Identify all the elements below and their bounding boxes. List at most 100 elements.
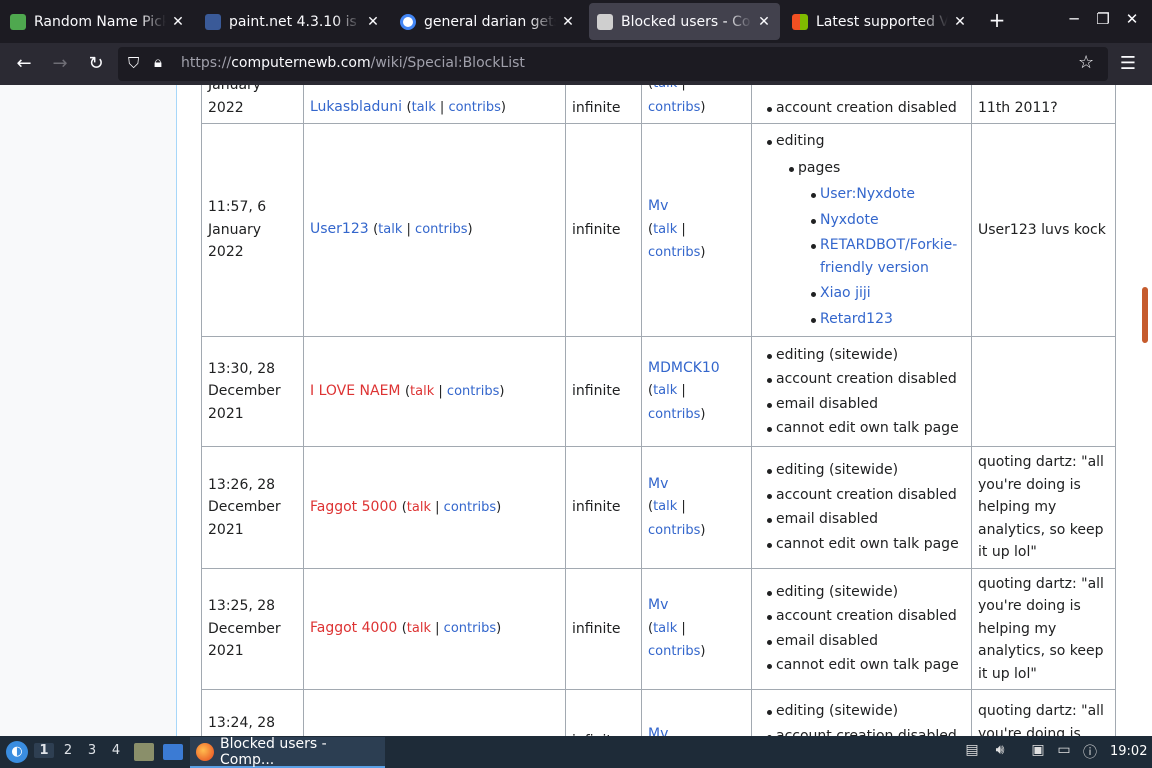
talk-link[interactable]: talk	[653, 499, 677, 514]
admin-link[interactable]: Mv	[648, 597, 668, 613]
talk-link[interactable]: talk	[653, 621, 677, 636]
talk-link[interactable]: talk	[407, 500, 431, 515]
blocked-user-link[interactable]: Lukasbladuni	[310, 99, 402, 115]
taskbar-window-firefox[interactable]: Blocked users - Comp...	[190, 735, 385, 768]
block-parameter: account creation disabled	[767, 605, 965, 628]
google-favicon-icon	[400, 13, 416, 30]
firefox-icon	[196, 742, 214, 761]
tab-paintnet[interactable]: paint.net 4.3.10 is now ✕	[197, 3, 389, 40]
block-timestamp: 13:25, 28 December 2021	[201, 567, 304, 690]
workspace-3[interactable]: 3	[82, 743, 102, 758]
page-scrollbar-thumb[interactable]	[1142, 287, 1148, 343]
blocked-user-link[interactable]: User123	[310, 221, 369, 237]
contribs-link[interactable]: contribs	[648, 407, 700, 422]
block-timestamp: 13:24, 28	[201, 689, 304, 736]
blocking-admin-cell: MDMCK10 (talk | contribs)	[641, 336, 752, 447]
wiki-sidebar	[0, 85, 176, 736]
admin-link[interactable]: Mv	[648, 476, 668, 492]
start-menu-icon[interactable]: ◐	[6, 741, 28, 763]
talk-link[interactable]: talk	[653, 383, 677, 398]
show-desktop-icon[interactable]	[163, 744, 183, 760]
forward-arrow-icon[interactable]: →	[48, 52, 72, 76]
block-parameter-pages: pages User:Nyxdote Nyxdote RETARDBOT/For…	[789, 157, 965, 331]
tab-google-search[interactable]: general darian gets killed ✕	[392, 3, 584, 40]
talk-link[interactable]: talk	[653, 222, 677, 237]
contribs-link[interactable]: contribs	[444, 621, 496, 636]
block-expiry: infinite	[565, 689, 642, 736]
blocked-page-link[interactable]: Nyxdote	[820, 212, 879, 228]
block-parameter: editing (sitewide)	[767, 581, 965, 604]
maximize-button[interactable]: ❐	[1091, 10, 1115, 28]
block-parameter: editing (sitewide)	[767, 459, 965, 482]
talk-link[interactable]: talk	[410, 384, 434, 399]
close-window-button[interactable]: ✕	[1120, 10, 1144, 28]
close-tab-icon[interactable]: ✕	[756, 14, 772, 30]
block-reason	[971, 336, 1116, 447]
block-timestamp: 13:30, 28 December 2021	[201, 336, 304, 447]
contribs-link[interactable]: contribs	[415, 222, 467, 237]
tracking-protection-shield-icon[interactable]: ⛉	[128, 54, 139, 72]
notification-tray-icon[interactable]: ⓘ	[1080, 742, 1100, 762]
network-tray-icon[interactable]: ▣	[1028, 742, 1048, 762]
talk-link[interactable]: talk	[412, 100, 436, 115]
notes-tray-icon[interactable]: ▭	[1054, 742, 1074, 762]
blocked-page-link[interactable]: Retard123	[820, 311, 893, 327]
page-content: January 2022 Lukasbladuni (talk | contri…	[0, 85, 1152, 736]
tab-title: paint.net 4.3.10 is now	[229, 13, 361, 30]
contribs-link[interactable]: contribs	[448, 100, 500, 115]
tab-visual-studio[interactable]: Latest supported Visual ✕	[784, 3, 976, 40]
talk-link[interactable]: talk	[378, 222, 402, 237]
clipboard-tray-icon[interactable]: ▤	[962, 742, 982, 762]
close-tab-icon[interactable]: ✕	[170, 14, 186, 30]
blocked-page-link[interactable]: Xiao jiji	[820, 285, 871, 301]
tab-bar: Random Name Picker ✕ paint.net 4.3.10 is…	[0, 0, 1152, 43]
blocking-admin-cell: Mv (talk | contribs)	[641, 446, 752, 569]
tab-blocked-users[interactable]: Blocked users - ComputerNewb ✕	[589, 3, 780, 40]
taskbar-window-title: Blocked users - Comp...	[220, 735, 327, 768]
workspace-4[interactable]: 4	[106, 743, 126, 758]
contribs-link[interactable]: contribs	[648, 523, 700, 538]
block-reason: User123 luvs kock	[971, 123, 1116, 337]
volume-tray-icon[interactable]: 🔊︎	[990, 742, 1010, 762]
blocked-page-item: Nyxdote	[811, 209, 965, 232]
close-tab-icon[interactable]: ✕	[952, 14, 968, 30]
blocked-user-link[interactable]: Faggot 4000	[310, 620, 397, 636]
file-manager-icon[interactable]	[134, 743, 154, 761]
talk-link[interactable]: talk	[653, 85, 677, 91]
contribs-link[interactable]: contribs	[444, 500, 496, 515]
blocked-user-cell: Lukasbladuni (talk | contribs)	[303, 85, 566, 124]
blocked-page-link[interactable]: User:Nyxdote	[820, 186, 915, 202]
tab-random-name-picker[interactable]: Random Name Picker ✕	[2, 3, 194, 40]
microsoft-favicon-icon	[792, 13, 808, 30]
admin-link[interactable]: MDMCK10	[648, 360, 720, 376]
close-tab-icon[interactable]: ✕	[365, 14, 381, 30]
lock-icon[interactable]: 🔒︎	[154, 53, 162, 71]
talk-link[interactable]: talk	[407, 621, 431, 636]
workspace-2[interactable]: 2	[58, 743, 78, 758]
menu-hamburger-icon[interactable]: ☰	[1116, 52, 1140, 76]
contribs-link[interactable]: contribs	[648, 644, 700, 659]
contribs-link[interactable]: contribs	[648, 245, 700, 260]
wiki-favicon-icon	[597, 13, 613, 30]
back-arrow-icon[interactable]: ←	[12, 52, 36, 76]
url-text[interactable]: https://computernewb.com/wiki/Special:Bl…	[181, 55, 525, 71]
workspace-1[interactable]: 1	[34, 743, 54, 758]
blocked-page-link[interactable]: RETARDBOT/Forkie-friendly version	[820, 237, 957, 276]
new-tab-button[interactable]: +	[985, 8, 1009, 32]
admin-link[interactable]: Mv	[648, 726, 668, 736]
block-parameter: editing (sitewide)	[767, 344, 965, 367]
contribs-link[interactable]: contribs	[648, 100, 700, 115]
bookmark-star-icon[interactable]: ☆	[1078, 52, 1094, 73]
admin-link[interactable]: Mv	[648, 198, 668, 214]
blocked-user-link[interactable]: I LOVE NAEM	[310, 383, 401, 399]
blocked-user-cell	[303, 689, 566, 736]
reload-icon[interactable]: ↻	[84, 52, 108, 76]
blocked-user-link[interactable]: Faggot 5000	[310, 499, 397, 515]
contribs-link[interactable]: contribs	[447, 384, 499, 399]
url-bar[interactable]: ⛉ 🔒︎ https://computernewb.com/wiki/Speci…	[118, 47, 1108, 81]
minimize-button[interactable]: ─	[1062, 10, 1086, 28]
close-tab-icon[interactable]: ✕	[560, 14, 576, 30]
block-expiry: infinite	[565, 446, 642, 569]
block-parameter: email disabled	[767, 393, 965, 416]
table-row: 13:30, 28 December 2021 I LOVE NAEM (tal…	[201, 336, 1116, 447]
